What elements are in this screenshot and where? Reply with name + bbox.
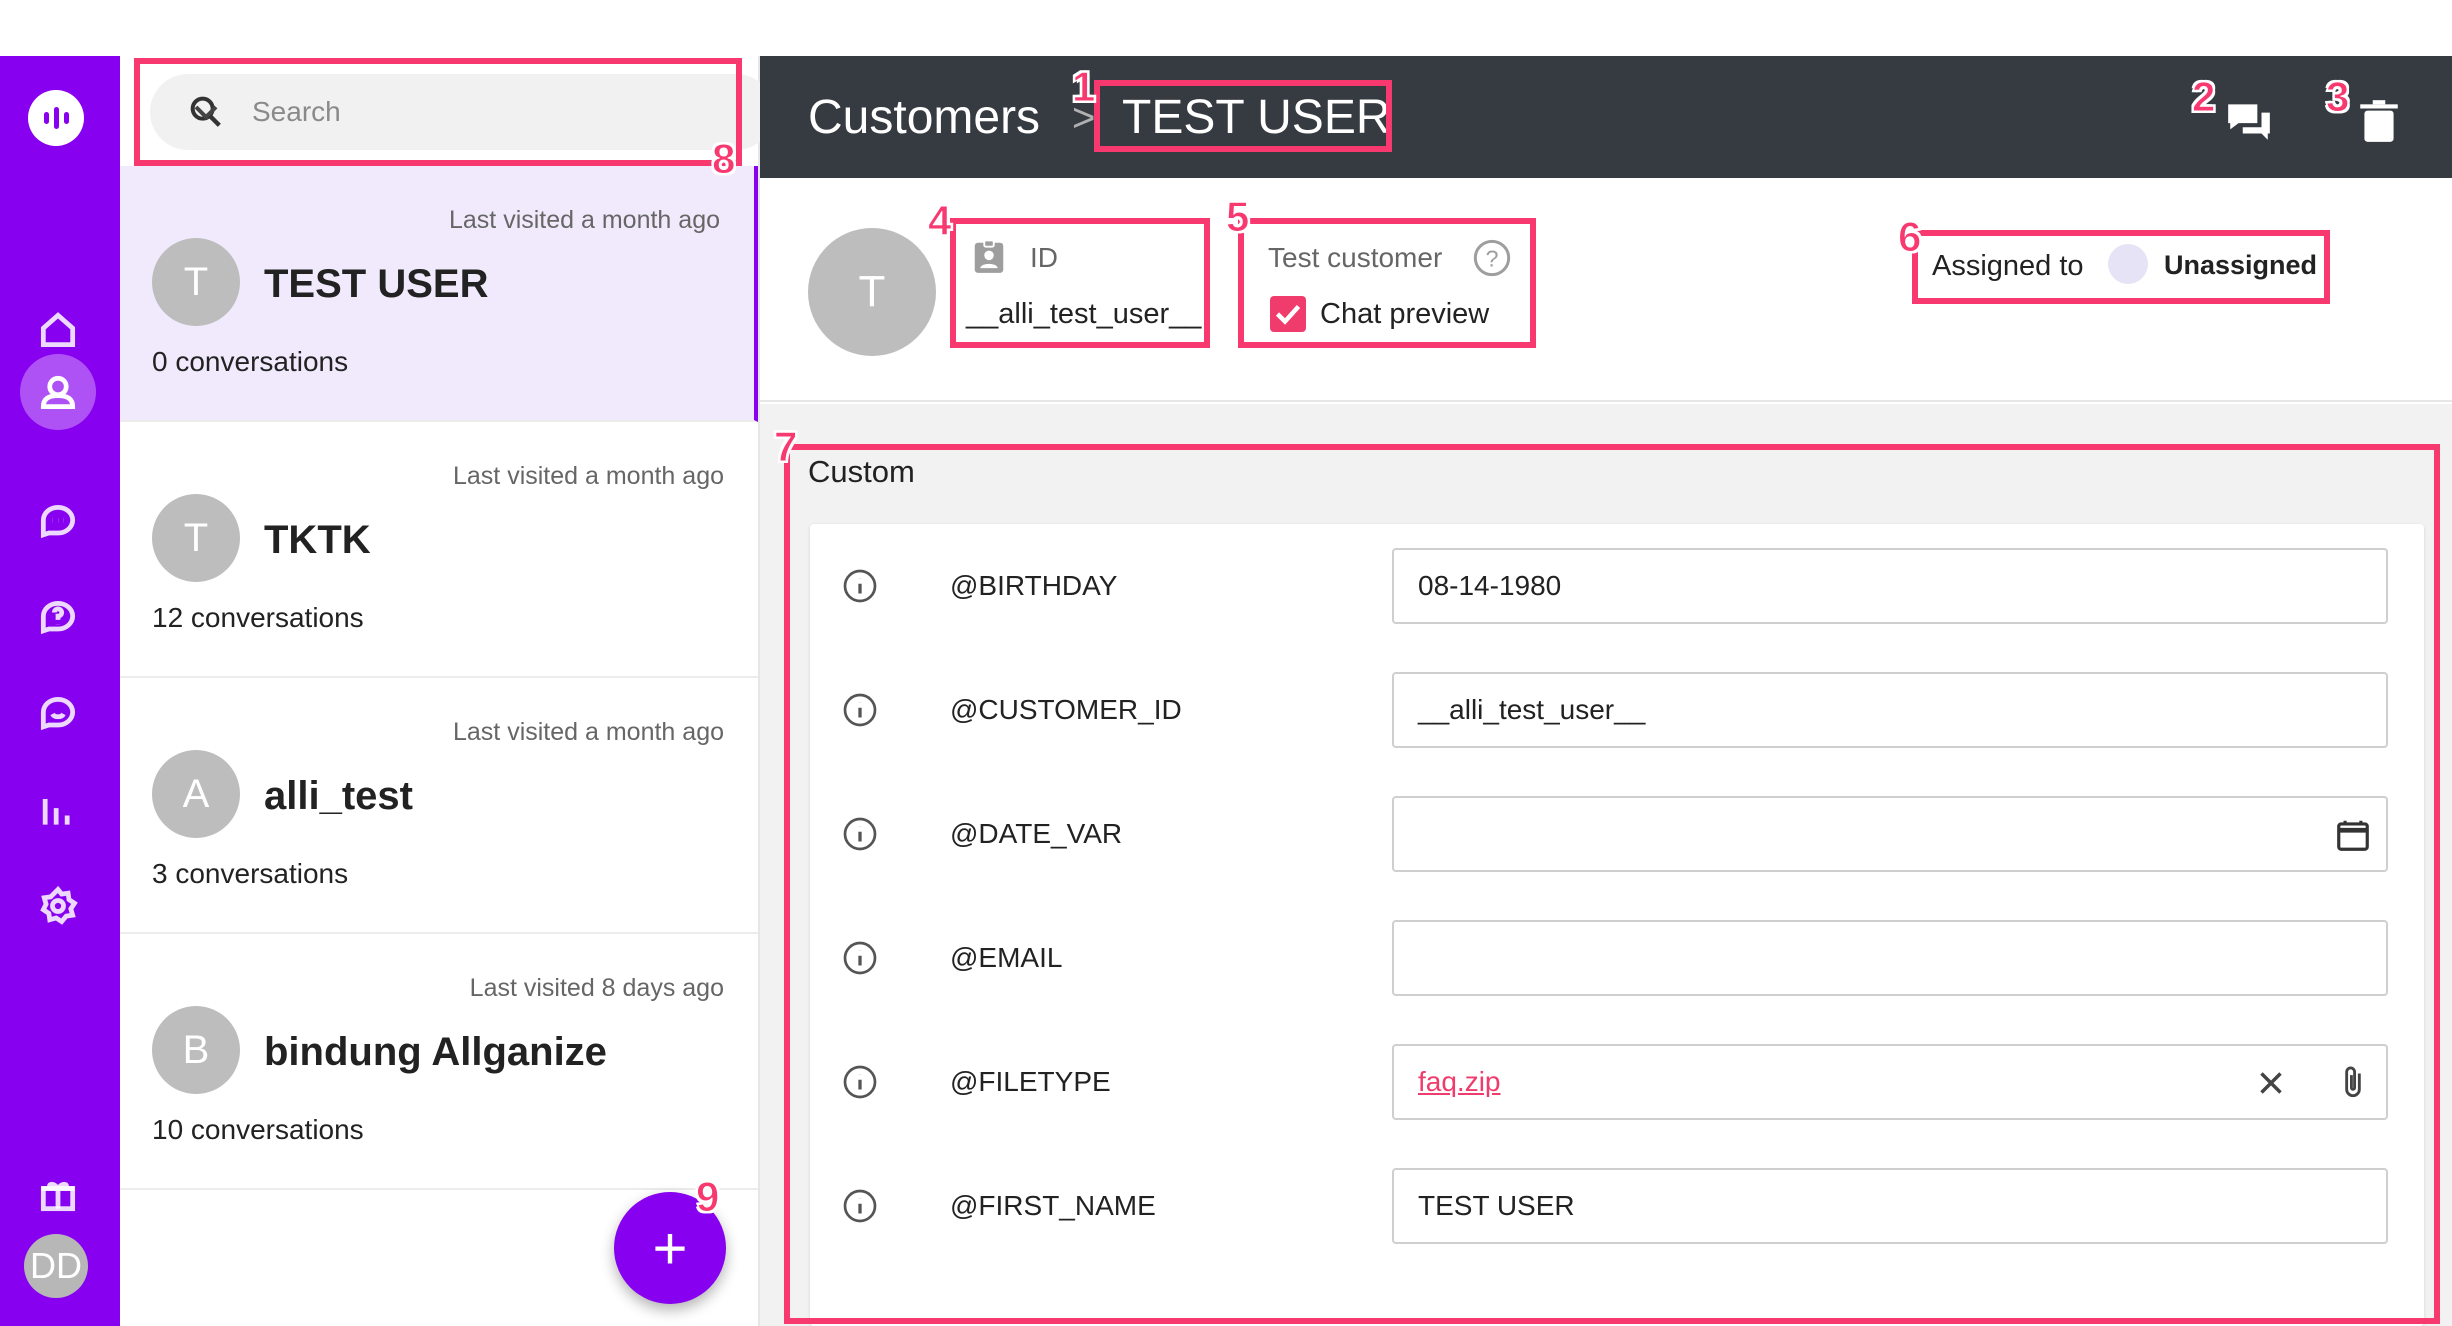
- customer-name: TEST USER: [264, 262, 489, 306]
- customer-avatar: T: [152, 494, 240, 582]
- custom-variables-section: Custom @BIRTHDAY 08-14-1980 @CUSTOMER_ID…: [760, 404, 2452, 1326]
- chat-icon[interactable]: [20, 676, 96, 752]
- annotation-4: 4: [927, 197, 952, 244]
- search-bar[interactable]: [150, 74, 774, 150]
- settings-icon[interactable]: [20, 868, 96, 944]
- customers-icon[interactable]: [20, 354, 96, 430]
- customer-list-item[interactable]: Last visited a month ago T TEST USER 0 c…: [120, 166, 758, 422]
- breadcrumb-customers[interactable]: Customers: [808, 90, 1040, 145]
- annotation-8: 8: [711, 135, 736, 182]
- field-label: @FILETYPE: [950, 1066, 1111, 1097]
- birthday-input[interactable]: 08-14-1980: [1392, 548, 2388, 624]
- annotation-9: 9: [695, 1173, 720, 1220]
- customer-list-panel: Last visited a month ago T TEST USER 0 c…: [120, 56, 774, 1326]
- checkmark-icon: [1275, 304, 1301, 325]
- chat-preview-label: Chat preview: [1320, 298, 1490, 330]
- customer-avatar: A: [152, 750, 240, 838]
- field-value: __alli_test_user__: [1418, 694, 1646, 725]
- field-row: @FIRST_NAME TEST USER: [810, 1144, 2424, 1268]
- assigned-to-label: Assigned to: [1932, 250, 2084, 282]
- annotation-7: 7: [773, 423, 798, 470]
- annotation-3: 3: [2325, 73, 2350, 120]
- close-icon[interactable]: [2252, 1064, 2290, 1102]
- customer-list-item[interactable]: Last visited 8 days ago B bindung Allgan…: [120, 934, 758, 1190]
- field-value: 08-14-1980: [1418, 570, 1562, 601]
- help-icon[interactable]: ?: [1472, 238, 1512, 278]
- field-label: @DATE_VAR: [950, 818, 1123, 849]
- info-icon[interactable]: [842, 816, 878, 852]
- id-card-icon: [974, 239, 1004, 273]
- conversation-count: 0 conversations: [152, 346, 349, 377]
- first-name-input[interactable]: TEST USER: [1392, 1168, 2388, 1244]
- field-row: @DATE_VAR: [810, 772, 2424, 896]
- assignee-avatar-icon[interactable]: [2108, 244, 2148, 284]
- nav-rail: DD: [0, 56, 120, 1326]
- chat-preview-checkbox[interactable]: [1270, 296, 1306, 332]
- trash-icon[interactable]: [2354, 96, 2404, 146]
- conversation-count: 10 conversations: [152, 1114, 364, 1145]
- user-avatar[interactable]: DD: [24, 1234, 88, 1298]
- assignee-select[interactable]: Unassigned: [2164, 250, 2317, 281]
- field-label: @FIRST_NAME: [950, 1190, 1156, 1221]
- info-icon[interactable]: [842, 1064, 878, 1100]
- section-title: Custom: [808, 454, 915, 489]
- analytics-icon[interactable]: [20, 772, 96, 848]
- customer-name: alli_test: [264, 774, 413, 818]
- last-visited: Last visited 8 days ago: [469, 974, 724, 1002]
- svg-text:?: ?: [1486, 245, 1499, 271]
- date-var-input[interactable]: [1392, 796, 2388, 872]
- custom-fields-card: @BIRTHDAY 08-14-1980 @CUSTOMER_ID __alli…: [810, 524, 2424, 1326]
- field-row: @BIRTHDAY 08-14-1980: [810, 524, 2424, 648]
- page-title: TEST USER: [1122, 91, 1391, 144]
- customer-id-input[interactable]: __alli_test_user__: [1392, 672, 2388, 748]
- attachment-icon[interactable]: [2334, 1064, 2372, 1102]
- info-icon[interactable]: [842, 568, 878, 604]
- customer-avatar: T: [152, 238, 240, 326]
- info-icon[interactable]: [842, 940, 878, 976]
- field-label: @BIRTHDAY: [950, 570, 1118, 601]
- field-row: @CUSTOMER_ID __alli_test_user__: [810, 648, 2424, 772]
- last-visited: Last visited a month ago: [453, 462, 724, 490]
- customer-name: bindung Allganize: [264, 1030, 607, 1074]
- annotation-2: 2: [2191, 73, 2216, 120]
- info-icon[interactable]: [842, 1188, 878, 1224]
- app-logo-icon[interactable]: [28, 90, 84, 146]
- field-label: @EMAIL: [950, 942, 1063, 973]
- last-visited: Last visited a month ago: [449, 206, 720, 234]
- annotation-1: 1: [1071, 63, 1096, 110]
- id-label: ID: [1030, 242, 1058, 273]
- customer-name: TKTK: [264, 518, 371, 562]
- email-input[interactable]: [1392, 920, 2388, 996]
- test-customer-label: Test customer: [1268, 242, 1443, 273]
- conversation-history-icon[interactable]: [2224, 96, 2274, 146]
- customer-avatar: B: [152, 1006, 240, 1094]
- search-input[interactable]: [250, 92, 630, 132]
- field-value: TEST USER: [1418, 1190, 1575, 1221]
- calendar-icon[interactable]: [2334, 816, 2372, 854]
- info-icon[interactable]: [842, 692, 878, 728]
- faq-icon[interactable]: [20, 580, 96, 656]
- gift-icon[interactable]: [20, 1156, 96, 1232]
- file-link[interactable]: faq.zip: [1418, 1066, 1501, 1098]
- conversation-count: 3 conversations: [152, 858, 349, 889]
- customer-list-item[interactable]: Last visited a month ago T TKTK 12 conve…: [120, 422, 758, 678]
- chevron-down-icon[interactable]: [186, 92, 226, 132]
- annotation-5: 5: [1225, 193, 1250, 240]
- field-label: @CUSTOMER_ID: [950, 694, 1182, 725]
- field-row: @EMAIL: [810, 896, 2424, 1020]
- id-value[interactable]: __alli_test_user__: [966, 298, 1201, 331]
- customer-avatar-large: T: [808, 228, 936, 356]
- field-row: @FILETYPE faq.zip: [810, 1020, 2424, 1144]
- annotation-6: 6: [1897, 213, 1922, 260]
- filetype-input[interactable]: faq.zip: [1392, 1044, 2388, 1120]
- conversation-count: 12 conversations: [152, 602, 364, 633]
- last-visited: Last visited a month ago: [453, 718, 724, 746]
- conversations-icon[interactable]: [20, 484, 96, 560]
- customer-list-item[interactable]: Last visited a month ago A alli_test 3 c…: [120, 678, 758, 934]
- customer-profile: T ID __alli_test_user__ Test customer ? …: [760, 178, 2452, 402]
